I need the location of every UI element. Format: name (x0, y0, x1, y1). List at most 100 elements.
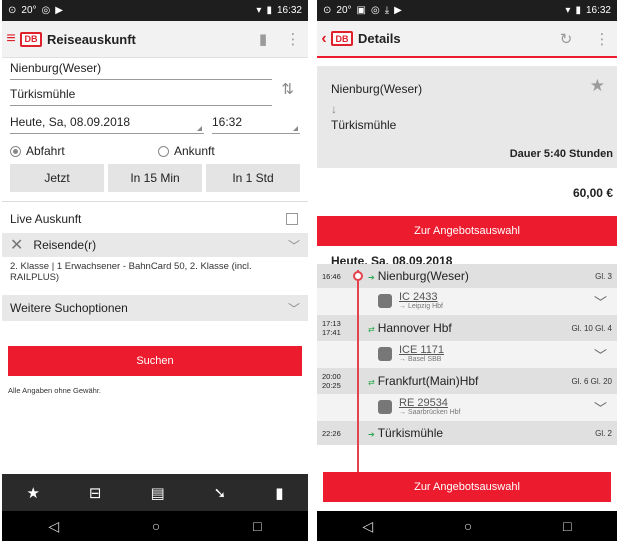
train-icon[interactable]: ⊟ (89, 484, 102, 502)
radio-dot (10, 145, 21, 157)
connection-icon[interactable]: ➘ (214, 484, 227, 502)
arrow-icon: ⇄ (368, 378, 375, 387)
stop-name: Frankfurt(Main)Hbf (377, 374, 479, 388)
in-15-min-button[interactable]: In 15 Min (108, 164, 202, 192)
camera-icon: ◎ (370, 5, 380, 16)
disclaimer: Alle Angaben ohne Gewähr. (8, 386, 101, 395)
camera-icon: ◎ (41, 5, 51, 16)
to-field[interactable]: Türkismühle (10, 80, 272, 106)
home-icon[interactable]: ○ (152, 518, 160, 534)
page-title: Reiseauskunft (47, 31, 136, 47)
train-leg[interactable]: IC 2433 → Leipzig Hbf ﹀ (317, 288, 617, 315)
arrow-icon: ⇄ (368, 325, 375, 334)
arrow-down-icon: ↓ (331, 102, 337, 116)
travellers-description: 2. Klasse | 1 Erwachsener - BahnCard 50,… (10, 261, 252, 283)
favorite-star-icon[interactable]: ★ (590, 76, 605, 96)
clock: 16:32 (276, 5, 302, 16)
train-number[interactable]: RE 29534 (399, 397, 460, 408)
train-icon (378, 347, 392, 361)
refresh-icon[interactable]: ↻ (551, 30, 581, 48)
close-icon[interactable]: ✕ (10, 235, 23, 255)
image-icon: ▣ (356, 5, 366, 16)
clock: 16:32 (585, 5, 611, 16)
more-options-row[interactable]: Weitere Suchoptionen ﹀ (2, 295, 308, 321)
app-bar: ‹ DB Details ↻ ⋮ (317, 21, 617, 58)
overflow-menu-icon[interactable]: ⋮ (587, 30, 617, 48)
stop-times: 17:13 17:41 (322, 319, 341, 337)
time-field[interactable]: 16:32 (212, 106, 300, 134)
stop-row: 17:13 17:41 ⇄ Hannover Hbf Gl. 10 Gl. 4 (317, 315, 617, 341)
offer-button[interactable]: Zur Angebotsauswahl (317, 216, 617, 246)
temperature: 20° (336, 5, 352, 16)
from-field[interactable]: Nienburg(Weser) (10, 54, 272, 80)
stop-track: Gl. 2 (595, 428, 612, 438)
arrow-icon: ➔ (368, 273, 375, 282)
arrow-icon: ➔ (368, 430, 375, 439)
travellers-row[interactable]: ✕ Reisende(r) ﹀ (2, 233, 308, 257)
ticket-icon[interactable]: ▮ (275, 484, 283, 502)
stop-name: Türkismühle (377, 426, 444, 440)
timeline-line (357, 270, 359, 478)
route-to: Türkismühle (331, 118, 397, 132)
system-navigation: ◁ ○ □ (2, 511, 308, 541)
journey-timeline: 16:46 ➔ Nienburg(Weser) Gl. 3 IC 2433 → Le… (317, 264, 617, 486)
timeline-circle (353, 271, 363, 281)
price: 60,00 € (572, 186, 613, 200)
page-title: Details (358, 31, 401, 46)
back-icon[interactable]: ◁ (48, 518, 59, 535)
date-value: Heute, Sa, 08.09.2018 (10, 115, 131, 129)
train-leg[interactable]: ICE 1171 → Basel SBB ﹀ (317, 341, 617, 368)
menu-icon[interactable]: ≡ (2, 30, 20, 48)
system-navigation: ◁ ○ □ (317, 511, 617, 541)
stop-track: Gl. 3 (595, 271, 612, 281)
play-icon: ▶ (55, 5, 63, 16)
arrival-radio[interactable]: Ankunft (152, 144, 300, 158)
overflow-menu-icon[interactable]: ⋮ (278, 30, 308, 48)
stop-times: 20:00 20:25 (322, 372, 341, 390)
recents-icon[interactable]: □ (563, 518, 571, 534)
in-1-hour-button[interactable]: In 1 Std (206, 164, 300, 192)
back-icon[interactable]: ◁ (362, 518, 373, 535)
chevron-down-icon[interactable]: ﹀ (594, 292, 607, 311)
tickets-icon[interactable]: ▤ (150, 484, 164, 502)
bottom-navigation: ★ ⊟ ▤ ➘ ▮ (2, 474, 308, 512)
train-icon (378, 294, 392, 308)
home-icon[interactable]: ○ (464, 518, 472, 534)
chevron-down-icon[interactable]: ﹀ (594, 398, 607, 417)
temperature: 20° (21, 5, 37, 16)
stop-track: Gl. 6 Gl. 20 (571, 376, 612, 386)
radio-dot (158, 145, 169, 157)
live-info-label: Live Auskunft (10, 212, 82, 226)
train-direction: → Basel SBB (399, 355, 442, 363)
wifi-icon: ▾ (565, 5, 571, 16)
notification-icon: ⊙ (323, 5, 332, 16)
now-button[interactable]: Jetzt (10, 164, 104, 192)
train-leg[interactable]: RE 29534 → Saarbrücken Hbf ﹀ (317, 394, 617, 421)
play-icon: ▶ (394, 5, 402, 16)
chevron-down-icon[interactable]: ﹀ (594, 345, 607, 364)
app-bar: ≡ DB Reiseauskunft ▮ ⋮ (2, 21, 308, 58)
stop-name: Hannover Hbf (377, 321, 452, 335)
download-icon: ⤓ (384, 5, 390, 16)
chevron-down-icon[interactable]: ﹀ (288, 300, 300, 317)
date-field[interactable]: Heute, Sa, 08.09.2018 (10, 106, 204, 134)
live-info-row[interactable]: Live Auskunft (10, 207, 304, 231)
db-logo: DB (20, 31, 42, 47)
live-info-checkbox[interactable] (286, 213, 298, 225)
recents-icon[interactable]: □ (253, 518, 261, 534)
stop-row: 22:26 ➔ Türkismühle Gl. 2 (317, 421, 617, 445)
trash-icon[interactable]: ▮ (248, 30, 278, 48)
chevron-down-icon[interactable]: ﹀ (288, 237, 300, 254)
travellers-label: Reisende(r) (33, 238, 97, 252)
battery-icon: ▮ (575, 5, 581, 16)
swap-icon[interactable]: ⇅ (281, 80, 294, 98)
train-icon (378, 400, 392, 414)
departure-radio[interactable]: Abfahrt (10, 144, 152, 158)
offer-button-bottom[interactable]: Zur Angebotsauswahl (323, 472, 611, 502)
train-number[interactable]: IC 2433 (399, 291, 443, 302)
wifi-icon: ▾ (256, 5, 262, 16)
train-number[interactable]: ICE 1171 (399, 344, 444, 355)
back-arrow-icon[interactable]: ‹ (317, 30, 331, 48)
search-button[interactable]: Suchen (8, 346, 302, 376)
star-icon[interactable]: ★ (26, 484, 39, 502)
